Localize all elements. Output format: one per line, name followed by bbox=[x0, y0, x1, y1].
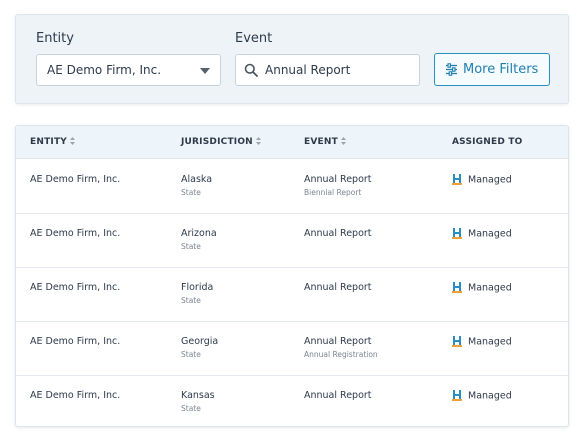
filter-panel: Entity Event AE Demo Firm, Inc. Annual R… bbox=[15, 14, 569, 104]
event-filter-label: Event bbox=[235, 31, 273, 46]
cell-assigned-to: Managed bbox=[452, 228, 512, 240]
jurisdiction-type: State bbox=[181, 350, 201, 359]
event-name: Annual Report bbox=[304, 282, 372, 293]
cell-jurisdiction: Alaska State bbox=[181, 174, 212, 197]
jurisdiction-name: Alaska bbox=[181, 174, 213, 185]
sort-icon bbox=[340, 136, 346, 145]
more-filters-button[interactable]: More Filters bbox=[434, 53, 550, 86]
cell-assigned-to: Managed bbox=[452, 174, 512, 186]
cell-event: Annual Report Biennial Report bbox=[304, 174, 372, 197]
sliders-icon bbox=[446, 63, 457, 76]
event-name: Annual Report bbox=[304, 228, 372, 239]
h-logo-icon bbox=[452, 228, 462, 239]
jurisdiction-name: Kansas bbox=[181, 390, 215, 401]
event-subtype: Annual Registration bbox=[304, 350, 378, 359]
column-header-entity[interactable]: ENTITY bbox=[30, 126, 76, 159]
table-row[interactable]: AE Demo Firm, Inc. Kansas State Annual R… bbox=[16, 376, 568, 426]
event-search-value: Annual Report bbox=[265, 63, 351, 77]
caret-down-icon bbox=[200, 68, 210, 74]
cell-jurisdiction: Kansas State bbox=[181, 390, 215, 413]
cell-entity: AE Demo Firm, Inc. bbox=[30, 228, 121, 239]
cell-entity: AE Demo Firm, Inc. bbox=[30, 174, 121, 185]
h-logo-icon bbox=[452, 336, 462, 347]
table-row[interactable]: AE Demo Firm, Inc. Arizona State Annual … bbox=[16, 214, 568, 268]
h-logo-icon bbox=[452, 282, 462, 293]
entity-select[interactable]: AE Demo Firm, Inc. bbox=[36, 54, 221, 86]
sort-icon bbox=[255, 136, 261, 145]
cell-jurisdiction: Florida State bbox=[181, 282, 213, 305]
column-header-label: EVENT bbox=[304, 137, 338, 147]
cell-assigned-to: Managed bbox=[452, 336, 512, 348]
cell-jurisdiction: Arizona State bbox=[181, 228, 217, 251]
cell-entity: AE Demo Firm, Inc. bbox=[30, 282, 121, 293]
cell-event: Annual Report Annual Registration bbox=[304, 336, 378, 359]
event-subtype: Biennial Report bbox=[304, 188, 362, 197]
cell-event: Annual Report bbox=[304, 282, 372, 296]
entity-select-value: AE Demo Firm, Inc. bbox=[47, 63, 162, 77]
table-header: ENTITY JURISDICTION EVENT ASSIGNED TO bbox=[16, 126, 568, 159]
jurisdiction-type: State bbox=[181, 242, 201, 251]
assignee-name: Managed bbox=[468, 336, 512, 348]
cell-entity: AE Demo Firm, Inc. bbox=[30, 390, 121, 401]
column-header-jurisdiction[interactable]: JURISDICTION bbox=[181, 126, 261, 159]
cell-assigned-to: Managed bbox=[452, 282, 512, 294]
assignee-name: Managed bbox=[468, 282, 512, 294]
assignee-name: Managed bbox=[468, 174, 512, 186]
entity-filter-label: Entity bbox=[36, 31, 74, 46]
jurisdiction-type: State bbox=[181, 188, 201, 197]
jurisdiction-name: Arizona bbox=[181, 228, 217, 239]
table-row[interactable]: AE Demo Firm, Inc. Florida State Annual … bbox=[16, 268, 568, 322]
event-name: Annual Report bbox=[304, 390, 372, 401]
column-header-label: ASSIGNED TO bbox=[452, 137, 523, 147]
more-filters-label: More Filters bbox=[463, 62, 539, 77]
cell-jurisdiction: Georgia State bbox=[181, 336, 218, 359]
h-logo-icon bbox=[452, 390, 462, 401]
cell-event: Annual Report bbox=[304, 390, 372, 404]
column-header-label: ENTITY bbox=[30, 137, 68, 147]
sort-icon bbox=[70, 136, 76, 145]
event-search-input[interactable]: Annual Report bbox=[235, 54, 420, 86]
search-icon bbox=[244, 63, 258, 77]
h-logo-icon bbox=[452, 174, 462, 185]
events-table: ENTITY JURISDICTION EVENT ASSIGNED TO AE… bbox=[15, 125, 569, 427]
cell-event: Annual Report bbox=[304, 228, 372, 242]
table-row[interactable]: AE Demo Firm, Inc. Alaska State Annual R… bbox=[16, 160, 568, 214]
jurisdiction-name: Florida bbox=[181, 282, 214, 293]
cell-entity: AE Demo Firm, Inc. bbox=[30, 336, 121, 347]
cell-assigned-to: Managed bbox=[452, 390, 512, 402]
assignee-name: Managed bbox=[468, 390, 512, 402]
jurisdiction-type: State bbox=[181, 404, 201, 413]
column-header-label: JURISDICTION bbox=[181, 137, 253, 147]
column-header-event[interactable]: EVENT bbox=[304, 126, 346, 159]
event-name: Annual Report bbox=[304, 336, 372, 347]
jurisdiction-type: State bbox=[181, 296, 201, 305]
assignee-name: Managed bbox=[468, 228, 512, 240]
table-row[interactable]: AE Demo Firm, Inc. Georgia State Annual … bbox=[16, 322, 568, 376]
jurisdiction-name: Georgia bbox=[181, 336, 219, 347]
column-header-assigned-to: ASSIGNED TO bbox=[452, 126, 523, 159]
event-name: Annual Report bbox=[304, 174, 372, 185]
